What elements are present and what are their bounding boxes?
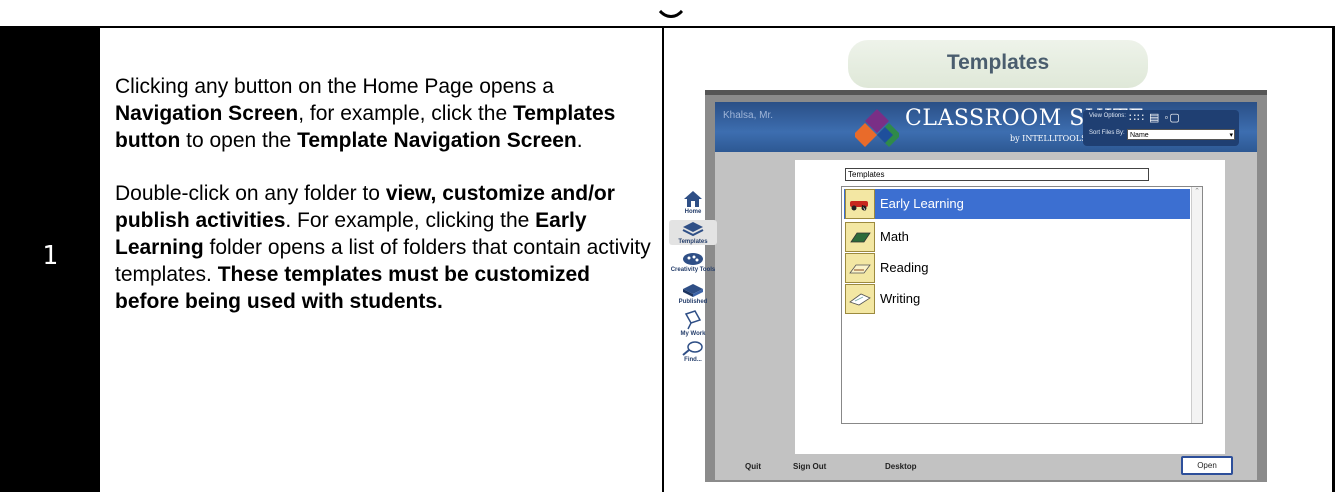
sidebar-item-label: Home [684, 209, 702, 215]
sidebar-item-find[interactable]: Find... [669, 340, 717, 363]
text-run: Double-click on any folder to [115, 182, 386, 205]
folder-icon [845, 222, 875, 252]
text-run: to open the [180, 129, 298, 152]
instruction-table: 1 Clicking any button on the Home Page o… [0, 0, 1335, 492]
board-icon [850, 232, 871, 243]
folder-name: Writing [880, 291, 921, 306]
bold-run: Navigation Screen [115, 102, 299, 125]
app-header: Khalsa, Mr. CLASSROOM SUITE by INTELLITO… [715, 102, 1257, 152]
view-mode-icons[interactable]: ∷∷ ▤ ◦▢ [1129, 111, 1181, 124]
magnifier-icon [682, 341, 703, 356]
folder-name: Math [880, 229, 909, 244]
folder-icon [845, 284, 875, 314]
folder-icon [845, 253, 875, 283]
sidebar-item-label: Published [678, 299, 708, 305]
column-divider [662, 28, 664, 492]
view-options-label: View Options: [1089, 113, 1126, 119]
view-options-panel: View Options: ∷∷ ▤ ◦▢ Sort Files By: Nam… [1083, 110, 1239, 146]
quit-button[interactable]: Quit [745, 462, 761, 471]
sidebar-item-label: Creativity Tools [670, 267, 716, 273]
bold-run: Template Navigation Screen [297, 129, 577, 152]
book-icon [683, 284, 703, 297]
toy-car-icon [850, 201, 868, 211]
cut-off-heading-glyph [653, 0, 689, 18]
path-field[interactable]: Templates [845, 168, 1149, 181]
sidebar-item-label: Find... [684, 357, 702, 363]
text-run: . [576, 129, 583, 152]
list-item-writing[interactable]: Writing [844, 284, 1190, 314]
sidebar-item-published[interactable]: Published [669, 282, 717, 305]
text-run: . For example, clicking the [285, 209, 536, 232]
instruction-paragraph-2: Double-click on any folder to view, cust… [115, 180, 655, 315]
step-number-cell: 1 [0, 28, 100, 492]
open-button[interactable]: Open [1181, 456, 1233, 475]
book-icon [849, 264, 871, 274]
sidebar-item-label: Templates [678, 239, 708, 245]
chevron-down-icon: ▾ [1229, 132, 1233, 139]
folder-name: Reading [880, 260, 929, 275]
instruction-text: Clicking any button on the Home Page ope… [115, 73, 655, 315]
sidebar-item-my-work[interactable]: My Work [669, 310, 717, 337]
templates-button-label: Templates [946, 51, 1050, 74]
text-run: Clicking any button on the Home Page ope… [115, 75, 554, 98]
instruction-paragraph-1: Clicking any button on the Home Page ope… [115, 73, 655, 154]
sort-select-value: Name [1130, 132, 1149, 139]
text-run: , for example, click the [298, 102, 513, 125]
list-item-reading[interactable]: Reading [844, 253, 1190, 283]
list-item-early-learning[interactable]: Early Learning [844, 189, 1190, 219]
house-icon [684, 191, 702, 207]
navigation-screenshot: Khalsa, Mr. CLASSROOM SUITE by INTELLITO… [669, 90, 1267, 482]
classroom-suite-window: Khalsa, Mr. CLASSROOM SUITE by INTELLITO… [669, 102, 1257, 480]
desktop-button[interactable]: Desktop [885, 462, 917, 471]
list-item-math[interactable]: Math [844, 222, 1190, 252]
step-number: 1 [42, 241, 58, 271]
brand-subtitle: by INTELLITOOLS [1010, 134, 1087, 143]
diamond-logo-icon [855, 109, 899, 147]
sort-files-label: Sort Files By: [1089, 130, 1125, 136]
folder-name: Early Learning [880, 196, 964, 211]
sidebar-item-creativity-tools[interactable]: Creativity Tools [669, 252, 717, 273]
templates-button-image: Templates [848, 40, 1148, 88]
folder-list[interactable]: Early Learning Math Reading Writing ⌃ [841, 186, 1203, 424]
sidebar-item-home[interactable]: Home [669, 190, 717, 215]
folder-icon [845, 189, 875, 219]
user-name: Khalsa, Mr. [723, 110, 774, 121]
stack-icon [682, 222, 704, 237]
sidebar-item-templates[interactable]: Templates [669, 220, 717, 245]
navigation-main-panel: Templates Early Learning Math Reading Wr… [795, 160, 1225, 460]
palette-icon [683, 253, 703, 265]
sign-out-button[interactable]: Sign Out [793, 462, 826, 471]
screenshot-top-bar [705, 90, 1267, 95]
app-footer: Quit Sign Out Desktop [715, 454, 1257, 480]
sidebar-item-label: My Work [680, 331, 706, 337]
sort-select[interactable]: Name ▾ [1127, 129, 1235, 140]
list-scrollbar[interactable]: ⌃ [1191, 187, 1202, 423]
pages-icon [684, 310, 702, 330]
top-rule [0, 0, 1335, 28]
paper-icon [849, 293, 871, 306]
